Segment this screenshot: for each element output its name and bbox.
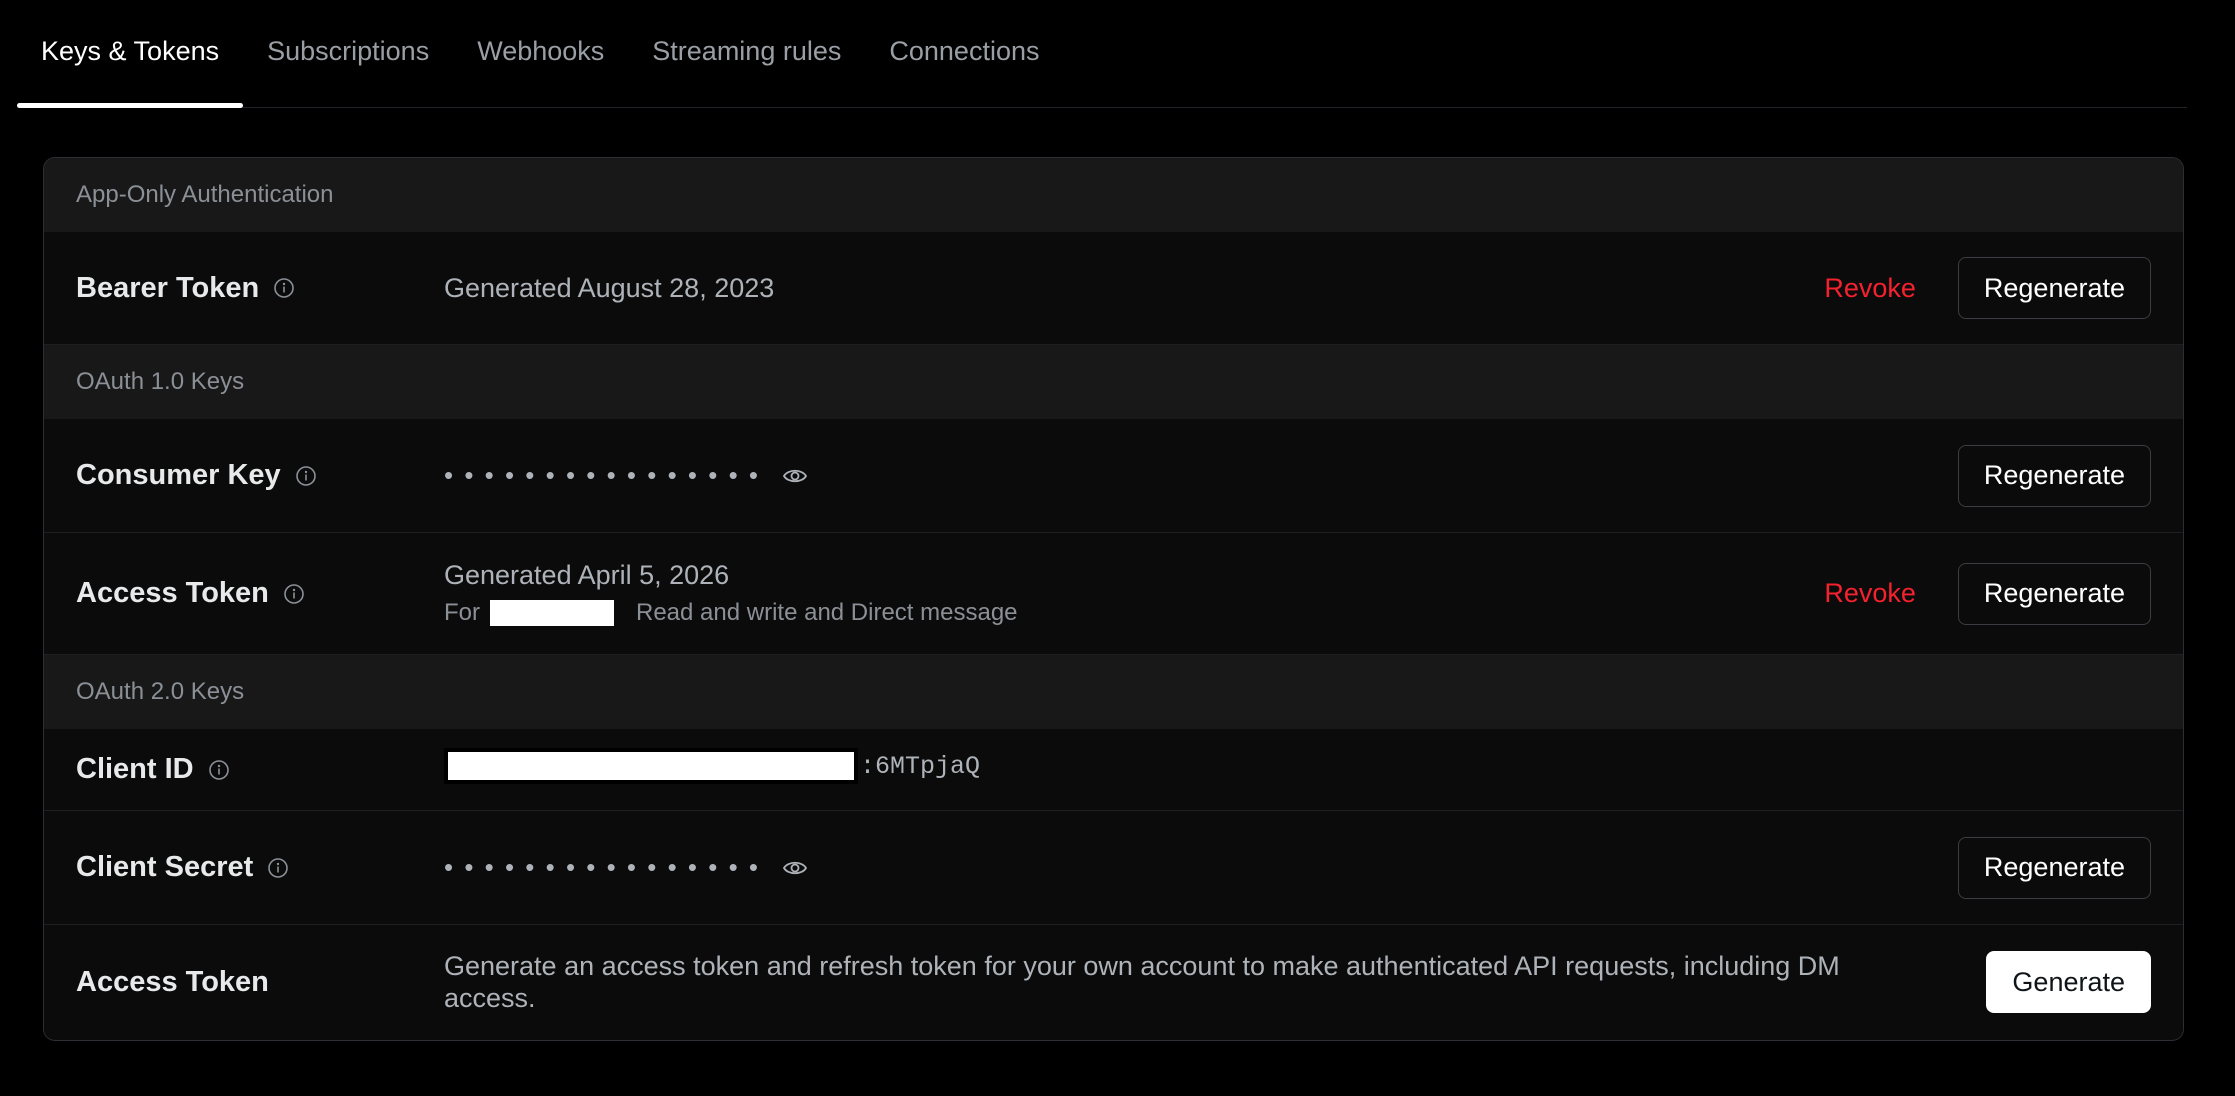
client-id-text[interactable]: :6MTpjaQ (444, 748, 980, 784)
redacted-username (490, 600, 614, 626)
consumer-key-actions: Regenerate (1957, 444, 2183, 507)
client-secret-actions: Regenerate (1957, 836, 2183, 899)
client-secret-row: Client Secret • • • • • • • • • • • • • … (44, 811, 2183, 925)
developer-portal-page: Keys & Tokens Subscriptions Webhooks Str… (0, 0, 2235, 1096)
masked-value: • • • • • • • • • • • • • • • • (444, 460, 808, 491)
eye-icon[interactable] (782, 463, 808, 489)
client-secret-value: • • • • • • • • • • • • • • • • (444, 852, 1958, 883)
client-secret-label-wrap: Client Secret (44, 851, 444, 884)
client-id-label: Client ID (76, 753, 194, 785)
eye-icon[interactable] (782, 855, 808, 881)
regenerate-client-secret-button[interactable]: Regenerate (1957, 836, 2151, 899)
consumer-key-row: Consumer Key • • • • • • • • • • • • • •… (44, 419, 2183, 533)
oauth2-access-token-label-wrap: Access Token (44, 966, 444, 999)
tab-keys-and-tokens[interactable]: Keys & Tokens (17, 0, 244, 108)
oauth1-access-token-row: Access Token Generated April 5, 2026 For… (44, 533, 2183, 655)
client-id-row: Client ID :6MTpjaQ (44, 729, 2183, 811)
oauth2-access-token-description: Generate an access token and refresh tok… (444, 951, 1840, 1013)
oauth1-access-token-status: Generated April 5, 2026 (444, 560, 730, 590)
consumer-key-label-wrap: Consumer Key (44, 459, 444, 492)
info-icon[interactable] (273, 277, 295, 299)
section-header-oauth1: OAuth 1.0 Keys (44, 345, 2183, 419)
oauth1-access-token-actions: Revoke Regenerate (1824, 562, 2183, 625)
oauth2-access-token-row: Access Token Generate an access token an… (44, 925, 2183, 1039)
info-icon[interactable] (283, 583, 305, 605)
consumer-key-label: Consumer Key (76, 459, 281, 491)
oauth2-access-token-label: Access Token (76, 965, 269, 998)
tab-streaming-rules[interactable]: Streaming rules (628, 0, 865, 107)
masked-value: • • • • • • • • • • • • • • • • (444, 852, 808, 883)
tab-connections[interactable]: Connections (865, 0, 1063, 107)
info-icon[interactable] (267, 857, 289, 879)
bearer-token-row: Bearer Token Generated August 28, 2023 R… (44, 232, 2183, 345)
client-id-value: :6MTpjaQ (444, 748, 2183, 791)
masked-dots: • • • • • • • • • • • • • • • • (444, 460, 760, 490)
client-secret-label: Client Secret (76, 851, 254, 883)
for-prefix: For (444, 599, 480, 626)
keys-card: App-Only Authentication Bearer Token Gen… (43, 157, 2184, 1041)
consumer-key-value: • • • • • • • • • • • • • • • • (444, 460, 1958, 491)
oauth1-access-token-label-wrap: Access Token (44, 577, 444, 610)
generate-access-token-button[interactable]: Generate (1986, 951, 2151, 1013)
tab-webhooks[interactable]: Webhooks (453, 0, 628, 107)
oauth1-access-token-subline: For Read and write and Direct message (444, 599, 1824, 627)
regenerate-access-token-button[interactable]: Regenerate (1957, 562, 2151, 625)
oauth1-access-token-info: Generated April 5, 2026 For Read and wri… (444, 560, 1824, 627)
client-id-suffix: :6MTpjaQ (860, 751, 981, 781)
oauth1-access-token-label: Access Token (76, 577, 269, 609)
revoke-bearer-button[interactable]: Revoke (1824, 273, 1916, 304)
client-id-label-wrap: Client ID (44, 753, 444, 786)
section-header-oauth2: OAuth 2.0 Keys (44, 655, 2183, 729)
bearer-token-label: Bearer Token (76, 271, 260, 304)
tab-bar: Keys & Tokens Subscriptions Webhooks Str… (17, 0, 2187, 108)
permissions-text: Read and write and Direct message (636, 599, 1018, 626)
bearer-token-label-wrap: Bearer Token (44, 272, 444, 305)
redacted-client-id (444, 748, 858, 784)
oauth2-access-token-actions: Generate (1986, 951, 2183, 1013)
regenerate-bearer-button[interactable]: Regenerate (1957, 257, 2151, 319)
masked-dots: • • • • • • • • • • • • • • • • (444, 852, 760, 882)
bearer-token-actions: Revoke Regenerate (1824, 257, 2183, 319)
regenerate-consumer-key-button[interactable]: Regenerate (1957, 444, 2151, 507)
section-header-app-only: App-Only Authentication (44, 158, 2183, 232)
bearer-token-status: Generated August 28, 2023 (444, 272, 775, 303)
tab-subscriptions[interactable]: Subscriptions (243, 0, 453, 107)
info-icon[interactable] (295, 465, 317, 487)
revoke-access-token-button[interactable]: Revoke (1824, 578, 1916, 609)
info-icon[interactable] (208, 759, 230, 781)
